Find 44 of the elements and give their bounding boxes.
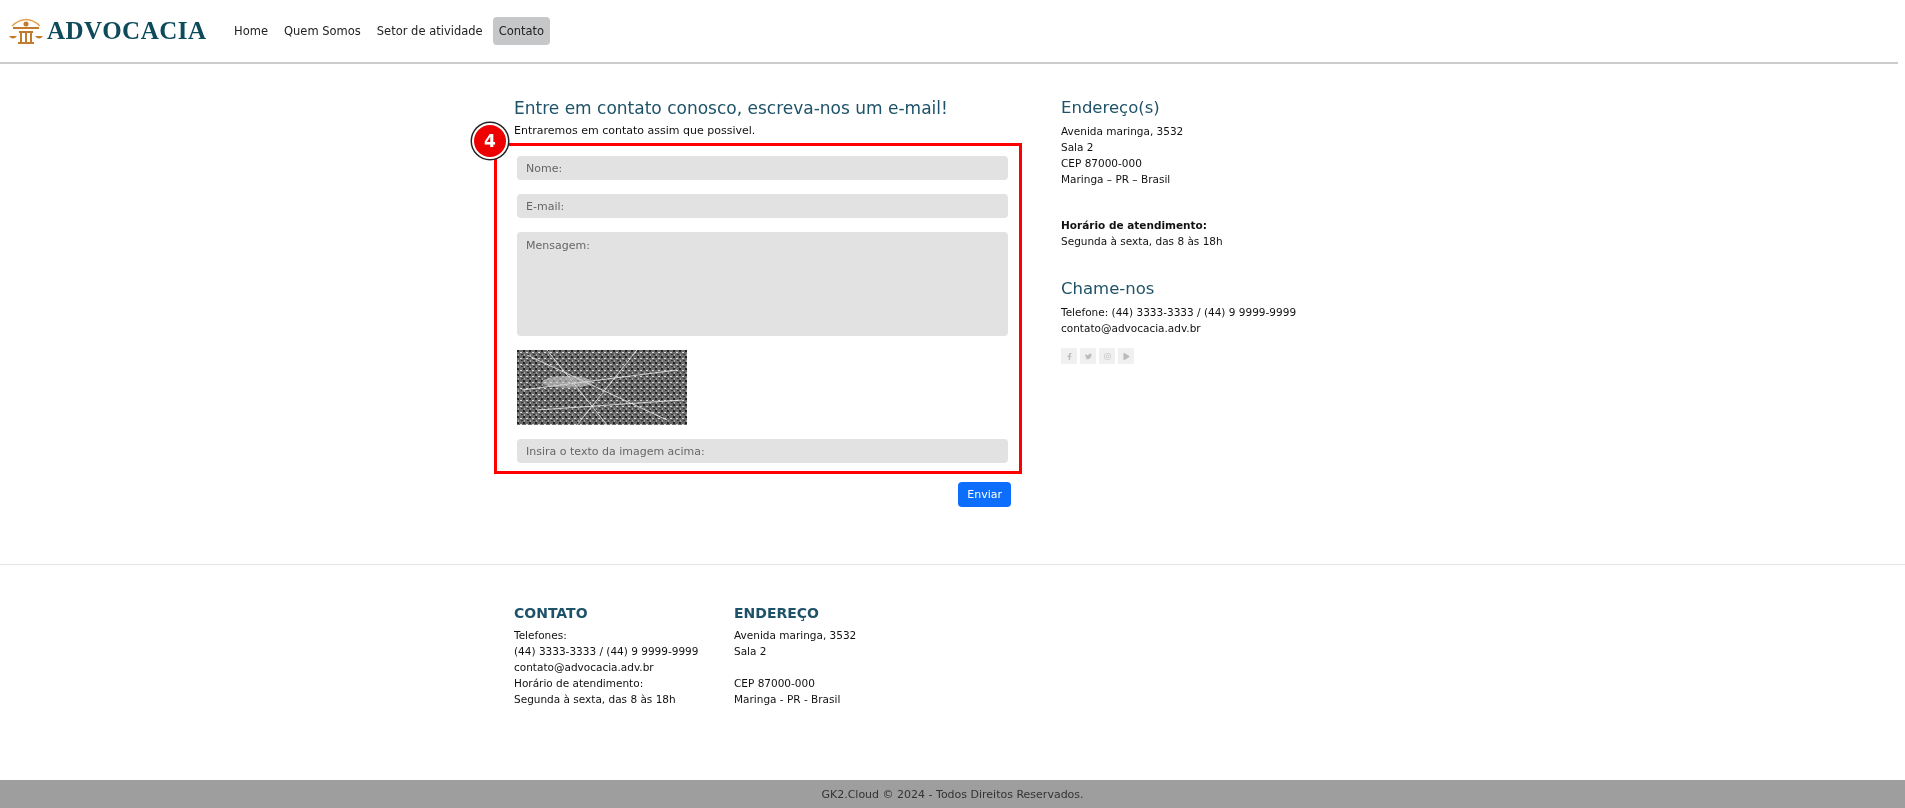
- social-button[interactable]: [1061, 348, 1077, 364]
- nav-link[interactable]: Contato: [492, 17, 551, 45]
- address-line: Maringa – PR – Brasil: [1061, 172, 1172, 187]
- footer-line: (44) 3333-3333 / (44) 9 9999-9999: [514, 644, 700, 659]
- footer-heading: ENDEREÇO: [734, 605, 820, 621]
- copyright-text: GK2.Cloud © 2024 - Todos Direitos Reservados.: [821, 787, 1084, 801]
- annotation-badge: 4: [472, 123, 508, 159]
- nav-link[interactable]: Setor de atividade: [370, 17, 489, 45]
- input-field[interactable]: Insira o texto da imagem acima:: [517, 439, 1008, 463]
- call-heading: Chame-nos: [1061, 279, 1156, 298]
- footer-line: contato@advocacia.adv.br: [514, 660, 655, 675]
- nav-link[interactable]: Home: [228, 17, 274, 45]
- input-field[interactable]: Nome:: [517, 156, 1008, 180]
- hours-label: Horário de atendimento:: [1061, 218, 1208, 233]
- address-line: CEP 87000-000: [1061, 156, 1143, 171]
- footer-line: Horário de atendimento:: [514, 676, 645, 691]
- bird-icon: [1084, 352, 1092, 360]
- footer-line: CEP 87000-000: [734, 676, 816, 691]
- footer-line: Segunda à sexta, das 8 às 18h: [514, 692, 677, 707]
- phone-text: Telefone: (44) 3333-3333 / (44) 9 9999-9999: [1061, 305, 1298, 320]
- message-field[interactable]: Mensagem:: [517, 232, 1008, 336]
- facebook-icon: [1065, 352, 1073, 360]
- footer-line: Maringa - PR - Brasil: [734, 692, 842, 707]
- social-button[interactable]: [1099, 348, 1115, 364]
- input-field[interactable]: E-mail:: [517, 194, 1008, 218]
- form-title: Entre em contato conosco, escreva-nos um e-mail!: [514, 98, 949, 118]
- address-line: Sala 2: [1061, 140, 1095, 155]
- social-button[interactable]: [1118, 348, 1134, 364]
- footer-line: Telefones:: [514, 628, 568, 643]
- hours-text: Segunda à sexta, das 8 às 18h: [1061, 234, 1224, 249]
- footer-line: Avenida maringa, 3532: [734, 628, 858, 643]
- footer-heading: CONTATO: [514, 605, 589, 621]
- send-button[interactable]: Enviar: [958, 482, 1011, 507]
- logo[interactable]: ADVOCACIA: [8, 17, 228, 45]
- play-icon: [1122, 352, 1130, 360]
- footer-line: Sala 2: [734, 644, 768, 659]
- email-text: contato@advocacia.adv.br: [1061, 321, 1202, 336]
- scales-icon: [8, 17, 44, 45]
- form-subtitle: Entraremos em contato assim que possivel.: [514, 124, 757, 137]
- camera-icon: [1103, 352, 1111, 360]
- address-heading: Endereço(s): [1061, 98, 1161, 117]
- social-button[interactable]: [1080, 348, 1096, 364]
- nav-link[interactable]: Quem Somos: [277, 17, 367, 45]
- address-line: Avenida maringa, 3532: [1061, 124, 1185, 139]
